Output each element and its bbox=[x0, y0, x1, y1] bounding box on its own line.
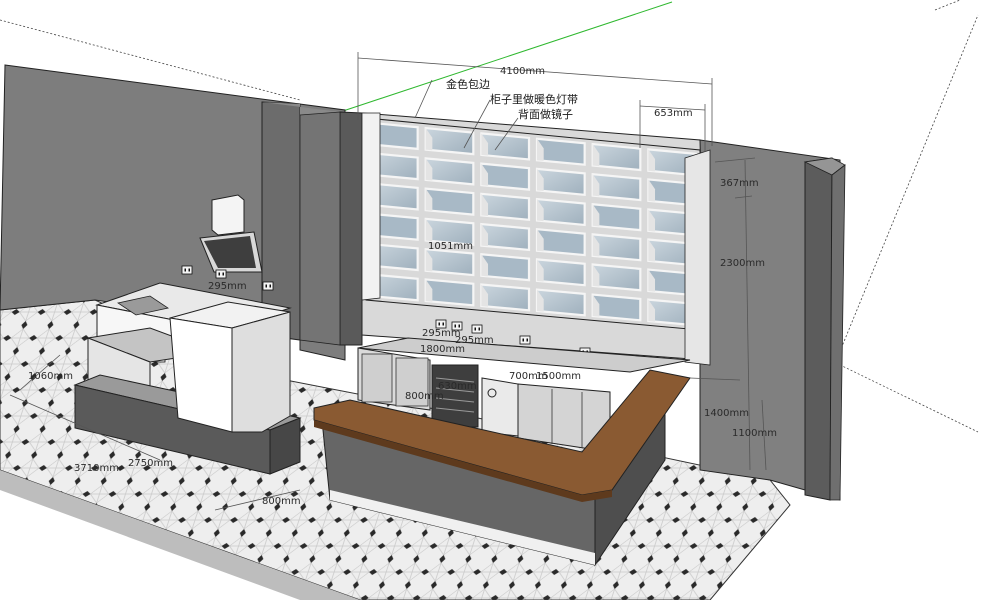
power-socket-icon bbox=[519, 335, 531, 345]
shelf-cell bbox=[535, 288, 586, 317]
dim-base-1800: 1800mm bbox=[420, 344, 465, 355]
shelf-cell bbox=[480, 162, 531, 191]
shelf-cell bbox=[535, 137, 586, 166]
oven-unit bbox=[481, 377, 519, 437]
dim-counter-1400: 1400mm bbox=[704, 408, 749, 419]
shelf-cell bbox=[480, 222, 531, 252]
dim-unit-630: 630mm bbox=[438, 381, 477, 392]
dim-overall-width: 4100mm bbox=[500, 66, 545, 77]
power-socket-icon bbox=[435, 319, 447, 329]
dim-floor-2750: 2750mm bbox=[128, 458, 173, 469]
shelf-cell bbox=[591, 293, 642, 322]
power-socket-icon bbox=[181, 265, 193, 275]
shelf-cell bbox=[535, 258, 586, 287]
annotation-cabinet-light: 柜子里做暖色灯带 bbox=[490, 92, 578, 106]
shelf-right-side bbox=[684, 149, 711, 366]
shelf-cell bbox=[480, 283, 531, 312]
shelf-cell bbox=[424, 126, 475, 156]
shelf-cell bbox=[591, 142, 642, 172]
aux-axis-dotted-2 bbox=[934, 0, 961, 11]
dim-unit-700: 700mm bbox=[509, 371, 548, 382]
right-wall-face bbox=[829, 164, 846, 501]
shelf-cell bbox=[591, 263, 642, 292]
shelf-cell bbox=[535, 228, 586, 257]
shelf-cell bbox=[535, 167, 586, 197]
shelf-cell bbox=[591, 203, 642, 232]
shelf-cell bbox=[591, 172, 642, 202]
annotation-back-mirror: 背面做镜子 bbox=[518, 107, 573, 121]
shelf-cell bbox=[424, 157, 475, 186]
power-socket-icon bbox=[215, 269, 227, 279]
dim-counter-1100: 1100mm bbox=[732, 428, 777, 439]
shelf-left-side bbox=[361, 112, 381, 301]
dim-hood-offset: 295mm bbox=[208, 281, 247, 292]
dim-unit-800: 800mm bbox=[405, 391, 444, 402]
shelf-cell bbox=[424, 187, 475, 216]
dim-cell-height: 367mm bbox=[720, 178, 759, 189]
dim-floor-800: 800mm bbox=[262, 496, 301, 507]
left-partition bbox=[339, 111, 363, 346]
annotation-gold-trim: 金色包边 bbox=[446, 77, 490, 91]
kitchen-bar-3d-model: 金色包边 柜子里做暖色灯带 背面做镜子 4100mm 653mm 367mm 2… bbox=[0, 0, 979, 600]
dim-cell-width: 653mm bbox=[654, 108, 693, 119]
sketchup-viewport[interactable]: 金色包边 柜子里做暖色灯带 背面做镜子 4100mm 653mm 367mm 2… bbox=[0, 0, 981, 600]
power-socket-icon bbox=[262, 281, 274, 291]
shelf-cell bbox=[480, 192, 531, 221]
right-wall-end bbox=[804, 157, 833, 501]
shelf-cell bbox=[480, 132, 531, 161]
fridge-front bbox=[169, 317, 233, 433]
range-hood-cover bbox=[211, 194, 245, 236]
power-socket-icon bbox=[471, 324, 483, 334]
dim-mid-label: 1051mm bbox=[428, 241, 473, 252]
shelf-cell bbox=[591, 233, 642, 262]
shelf-cell bbox=[424, 278, 475, 307]
fridge-side bbox=[231, 311, 291, 433]
shelf-cell bbox=[480, 253, 531, 282]
dim-floor-3710: 3710mm bbox=[74, 463, 119, 474]
left-partition-side bbox=[299, 111, 341, 346]
dim-left-1060: 1060mm bbox=[28, 371, 73, 382]
shelf-cell bbox=[424, 247, 475, 277]
back-cabinet-door-1 bbox=[361, 353, 393, 403]
shelf-cell bbox=[535, 197, 586, 227]
dim-wall-height: 2300mm bbox=[720, 258, 765, 269]
